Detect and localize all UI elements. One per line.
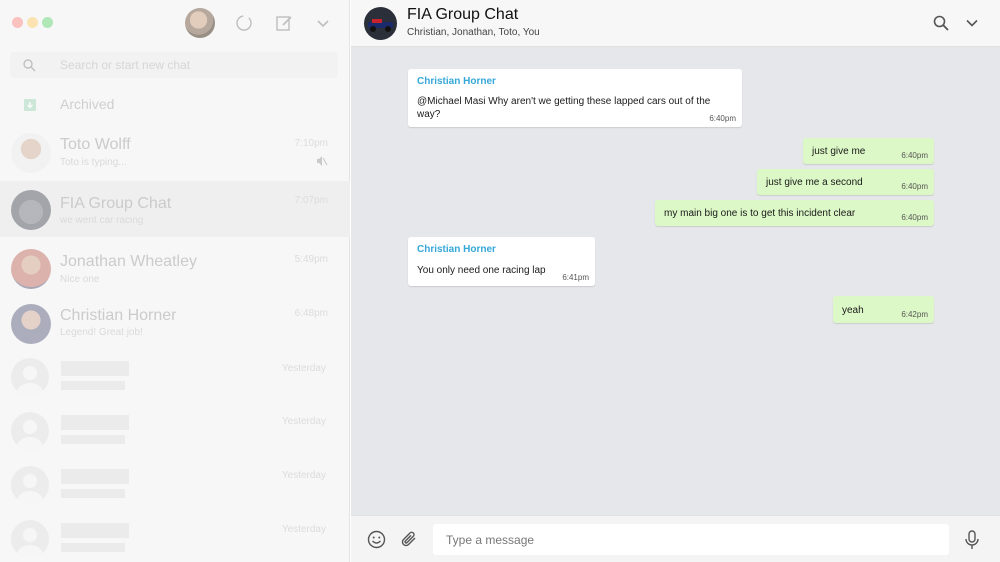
message-text: way?: [417, 109, 441, 120]
message-text: just give me a second: [766, 177, 863, 188]
conversation-title: FIA Group Chat: [407, 6, 519, 23]
search-icon[interactable]: [933, 15, 949, 31]
chat-list-item[interactable]: Jonathan Wheatley Nice one 5:49pm: [0, 240, 350, 296]
chat-preview: Toto is typing...: [60, 157, 127, 168]
message-text: just give me: [812, 146, 866, 157]
conversation-members: Christian, Jonathan, Toto, You: [407, 27, 540, 38]
message-text: You only need one racing lap: [417, 265, 546, 276]
text-placeholder: [61, 381, 125, 390]
profile-avatar[interactable]: [185, 8, 215, 38]
outgoing-message[interactable]: my main big one is to get this incident …: [655, 200, 934, 226]
chat-name: Toto Wolff: [60, 136, 131, 153]
sidebar-header: [0, 0, 350, 46]
message-time: 6:40pm: [709, 114, 736, 123]
chat-list-item[interactable]: Christian Horner Legend! Great job! 6:48…: [0, 296, 350, 352]
loading-chat-item: Yesterday: [0, 516, 350, 562]
chat-list-item-active[interactable]: FIA Group Chat we went car racing 7:07pm: [0, 181, 350, 237]
loading-chat-item: Yesterday: [0, 354, 350, 408]
text-placeholder: [61, 415, 129, 430]
text-placeholder: [61, 469, 129, 484]
loading-chat-item: Yesterday: [0, 462, 350, 516]
chat-time: 7:07pm: [294, 195, 328, 206]
message-time: 6:41pm: [562, 273, 589, 282]
text-placeholder: [61, 435, 125, 444]
search-bar: [10, 52, 338, 78]
avatar: [11, 249, 51, 289]
message-time: 6:42pm: [901, 310, 928, 319]
text-placeholder: [61, 361, 129, 376]
chevron-down-icon[interactable]: [965, 16, 979, 30]
avatar-placeholder: [11, 358, 49, 396]
chat-list-sidebar: Archived Toto Wolff Toto is typing... 7:…: [0, 0, 350, 562]
paperclip-icon[interactable]: [400, 530, 418, 548]
avatar-placeholder: [11, 412, 49, 450]
text-placeholder: [61, 543, 125, 552]
message-sender: Christian Horner: [417, 244, 496, 255]
conversation-pane: FIA Group Chat Christian, Jonathan, Toto…: [351, 0, 1000, 562]
window-minimize-button[interactable]: [27, 17, 38, 28]
message-text: yeah: [842, 305, 864, 316]
race-car-icon: [368, 19, 393, 32]
archive-icon: [24, 99, 36, 111]
chat-preview: we went car racing: [60, 215, 144, 226]
chat-time: 6:48pm: [294, 308, 328, 319]
avatar: [11, 190, 51, 230]
message-input[interactable]: [433, 524, 949, 555]
chat-list-item[interactable]: Toto Wolff Toto is typing... 7:10pm: [0, 124, 350, 180]
window-zoom-button[interactable]: [42, 17, 53, 28]
status-icon[interactable]: [235, 14, 253, 32]
incoming-message[interactable]: Christian Horner You only need one racin…: [408, 237, 595, 286]
chat-preview: Legend! Great job!: [60, 327, 143, 338]
chat-time: 5:49pm: [294, 254, 328, 265]
chat-time: Yesterday: [281, 363, 326, 374]
chat-time: 7:10pm: [294, 138, 328, 149]
search-input[interactable]: [60, 52, 330, 78]
outgoing-message[interactable]: just give me a second 6:40pm: [757, 169, 934, 195]
loading-chat-item: Yesterday: [0, 408, 350, 462]
chat-preview: Nice one: [60, 274, 100, 285]
search-icon: [23, 59, 36, 72]
chat-name: Jonathan Wheatley: [60, 253, 197, 270]
message-sender: Christian Horner: [417, 76, 496, 87]
message-time: 6:40pm: [901, 213, 928, 222]
compose-icon[interactable]: [275, 14, 293, 32]
group-avatar[interactable]: [364, 7, 397, 40]
text-placeholder: [61, 523, 129, 538]
message-composer: [351, 515, 1000, 562]
chat-time: Yesterday: [281, 524, 326, 535]
avatar-placeholder: [11, 466, 49, 504]
mute-icon: [317, 156, 328, 166]
text-placeholder: [61, 489, 125, 498]
chat-time: Yesterday: [281, 416, 326, 427]
window-close-button[interactable]: [12, 17, 23, 28]
outgoing-message[interactable]: just give me 6:40pm: [803, 138, 934, 164]
avatar: [11, 304, 51, 344]
message-time: 6:40pm: [901, 151, 928, 160]
conversation-header[interactable]: FIA Group Chat Christian, Jonathan, Toto…: [351, 0, 1000, 47]
avatar-placeholder: [11, 520, 49, 558]
chat-time: Yesterday: [281, 470, 326, 481]
incoming-message[interactable]: Christian Horner @Michael Masi Why aren'…: [408, 69, 742, 127]
archived-label: Archived: [60, 96, 115, 112]
avatar: [11, 133, 51, 173]
chat-name: FIA Group Chat: [60, 195, 172, 212]
outgoing-message[interactable]: yeah 6:42pm: [833, 296, 934, 323]
microphone-icon[interactable]: [964, 530, 980, 550]
message-text: my main big one is to get this incident …: [664, 208, 856, 219]
message-text: @Michael Masi Why aren't we getting thes…: [417, 96, 711, 107]
chevron-down-icon[interactable]: [314, 14, 332, 32]
message-time: 6:40pm: [901, 182, 928, 191]
emoji-icon[interactable]: [367, 530, 386, 549]
archived-chats-row[interactable]: Archived: [0, 86, 350, 124]
chat-name: Christian Horner: [60, 307, 177, 324]
